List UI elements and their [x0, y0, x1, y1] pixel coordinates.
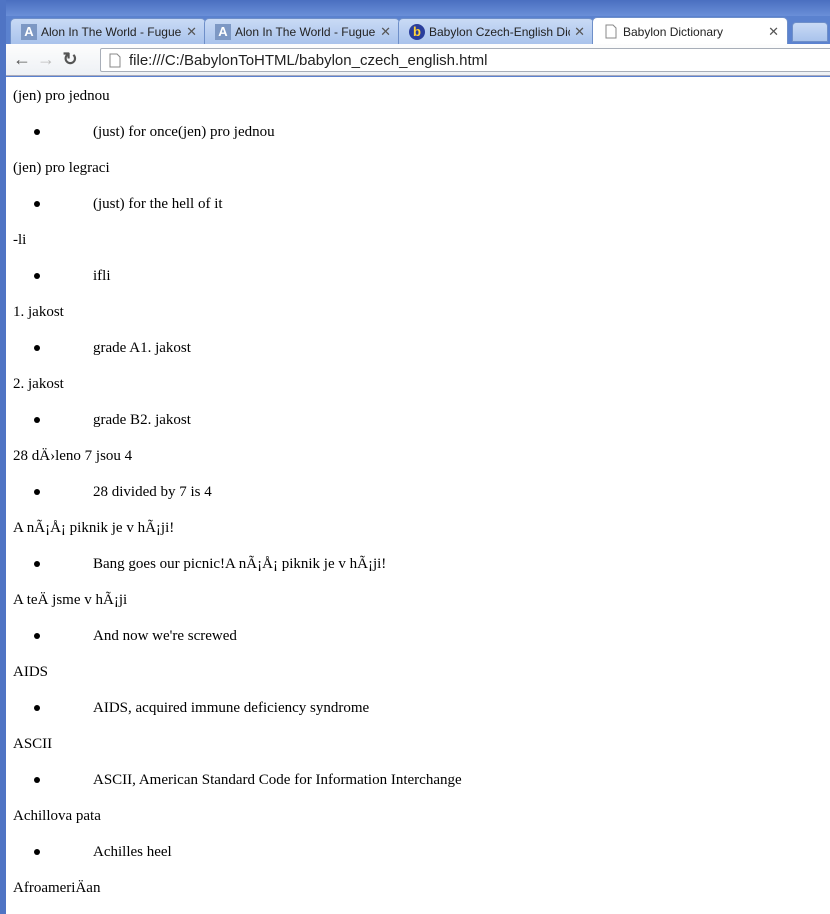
bullet-icon: [34, 345, 40, 351]
tab[interactable]: Babylon Dictionary ✕: [592, 17, 788, 45]
tab-label: Babylon Dictionary: [623, 24, 724, 39]
entry-definition: Bang goes our picnic!A nÃ¡Å¡ piknik je v…: [93, 556, 387, 572]
entry-definition: (just) for the hell of it: [93, 196, 223, 212]
tab-label: Alon In The World - Fugue: [41, 24, 182, 39]
bullet-icon: [34, 201, 40, 207]
address-text: file:///C:/BabylonToHTML/babylon_czech_e…: [129, 51, 488, 69]
tab[interactable]: b Babylon Czech-English Dic ✕: [398, 18, 594, 44]
list-item: AIDS, acquired immune deficiency syndrom…: [6, 690, 806, 726]
entry-definition: 28 divided by 7 is 4: [93, 484, 212, 500]
entry-term: A nÃ¡Å¡ piknik je v hÃ¡ji!: [13, 520, 175, 536]
entry-definition: AIDS, acquired immune deficiency syndrom…: [93, 700, 370, 716]
entry-term: -li: [13, 232, 27, 248]
list-item: And now we're screwed: [6, 618, 806, 654]
close-icon[interactable]: ✕: [768, 24, 779, 40]
back-icon[interactable]: ←: [10, 49, 34, 70]
entry-term: A teÄ jsme v hÃ¡ji: [13, 592, 128, 608]
entry-definition: Achilles heel: [93, 844, 172, 860]
bullet-icon: [34, 849, 40, 855]
entry-term: (jen) pro jednou: [13, 88, 110, 104]
toolbar: ← → ↻ file:///C:/BabylonToHTML/babylon_c…: [6, 44, 830, 76]
entry-term: 1. jakost: [13, 304, 64, 320]
new-tab-button[interactable]: [792, 22, 828, 42]
bullet-icon: [34, 633, 40, 639]
page-icon: [603, 24, 619, 40]
entry-definition: grade B2. jakost: [93, 412, 191, 428]
entry-definition: ifli: [93, 268, 111, 284]
bullet-icon: [34, 417, 40, 423]
page-icon: [109, 53, 121, 67]
tab-strip: A Alon In The World - Fugue ✕ A Alon In The …: [6, 16, 830, 45]
letter-a-icon: A: [21, 23, 37, 40]
list-item: grade B2. jakost: [6, 402, 806, 438]
bullet-icon: [34, 705, 40, 711]
list-item: ifli: [6, 258, 806, 294]
entry-term: AIDS: [13, 664, 49, 680]
entry-definition: And now we're screwed: [93, 628, 237, 644]
list-item: grade A1. jakost: [6, 330, 806, 366]
tab[interactable]: A Alon In The World - Fugue ✕: [10, 18, 206, 44]
entry-term: Achillova pata: [13, 808, 101, 824]
bullet-icon: [34, 273, 40, 279]
address-bar[interactable]: file:///C:/BabylonToHTML/babylon_czech_e…: [100, 48, 830, 72]
tab[interactable]: A Alon In The World - Fugue ✕: [204, 18, 400, 44]
letter-a-icon: A: [215, 23, 231, 40]
babylon-b-icon: b: [409, 23, 425, 40]
entry-term: AfroameriÄan: [13, 880, 101, 896]
tab-label: Babylon Czech-English Dic: [429, 24, 571, 39]
window-titlebar: [0, 0, 830, 16]
bullet-icon: [34, 561, 40, 567]
close-icon[interactable]: ✕: [574, 24, 585, 40]
bullet-icon: [34, 129, 40, 135]
entry-term: (jen) pro legraci: [13, 160, 110, 176]
list-item: Achilles heel: [6, 834, 806, 870]
list-item: ASCII, American Standard Code for Inform…: [6, 762, 806, 798]
close-icon[interactable]: ✕: [380, 24, 391, 40]
bullet-icon: [34, 777, 40, 783]
entry-term: 28 dÄ›leno 7 jsou 4: [13, 448, 133, 464]
list-item: Bang goes our picnic!A nÃ¡Å¡ piknik je v…: [6, 546, 806, 582]
entry-definition: (just) for once(jen) pro jednou: [93, 124, 275, 140]
page-content: (jen) pro jednou (just) for once(jen) pro…: [6, 77, 830, 914]
reload-icon[interactable]: ↻: [58, 49, 82, 70]
list-item: (just) for the hell of it: [6, 186, 806, 222]
list-item: 28 divided by 7 is 4: [6, 474, 806, 510]
close-icon[interactable]: ✕: [186, 24, 197, 40]
entry-definition: ASCII, American Standard Code for Inform…: [93, 772, 462, 788]
tab-label: Alon In The World - Fugue: [235, 24, 376, 39]
entry-definition: grade A1. jakost: [93, 340, 191, 356]
list-item: (just) for once(jen) pro jednou: [6, 114, 806, 150]
entry-term: 2. jakost: [13, 376, 64, 392]
forward-icon[interactable]: →: [34, 49, 58, 70]
entry-term: ASCII: [13, 736, 53, 752]
bullet-icon: [34, 489, 40, 495]
